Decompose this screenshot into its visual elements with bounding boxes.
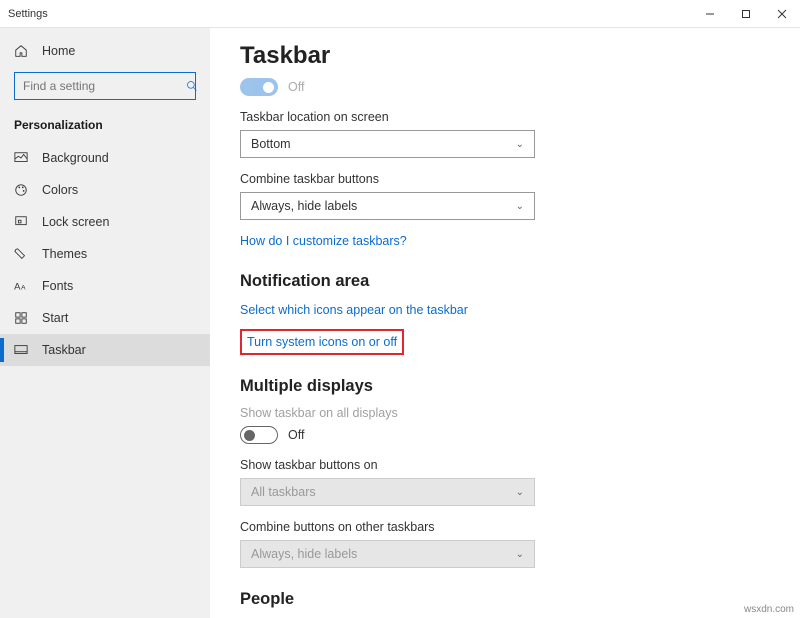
combine-other-value: Always, hide labels bbox=[251, 547, 357, 561]
show-buttons-select: All taskbars ⌄ bbox=[240, 478, 535, 506]
location-select[interactable]: Bottom ⌄ bbox=[240, 130, 535, 158]
home-label: Home bbox=[42, 44, 75, 58]
minimize-button[interactable] bbox=[692, 0, 728, 28]
background-icon bbox=[14, 151, 32, 165]
top-toggle-label: Off bbox=[288, 80, 304, 94]
nav-label: Taskbar bbox=[42, 343, 86, 357]
fonts-icon: AA bbox=[14, 280, 32, 292]
show-all-displays-state: Off bbox=[288, 428, 304, 442]
show-buttons-value: All taskbars bbox=[251, 485, 316, 499]
select-icons-link[interactable]: Select which icons appear on the taskbar bbox=[240, 303, 468, 317]
nav-lockscreen[interactable]: Lock screen bbox=[0, 206, 210, 238]
watermark: wsxdn.com bbox=[744, 604, 794, 615]
nav-fonts[interactable]: AA Fonts bbox=[0, 270, 210, 302]
sidebar: Home Personalization Background Colors L… bbox=[0, 28, 210, 618]
section-title: Personalization bbox=[0, 112, 210, 142]
start-icon bbox=[14, 311, 32, 325]
themes-icon bbox=[14, 247, 32, 261]
nav-themes[interactable]: Themes bbox=[0, 238, 210, 270]
nav-label: Background bbox=[42, 151, 109, 165]
nav-label: Colors bbox=[42, 183, 78, 197]
search-box[interactable] bbox=[14, 72, 196, 100]
titlebar: Settings bbox=[0, 0, 800, 28]
combine-label: Combine taskbar buttons bbox=[240, 172, 770, 186]
close-button[interactable] bbox=[764, 0, 800, 28]
multiple-displays-heading: Multiple displays bbox=[240, 377, 770, 396]
show-all-displays-label: Show taskbar on all displays bbox=[240, 406, 770, 420]
notification-heading: Notification area bbox=[240, 272, 770, 291]
chevron-down-icon: ⌄ bbox=[516, 201, 524, 212]
location-label: Taskbar location on screen bbox=[240, 110, 770, 124]
maximize-button[interactable] bbox=[728, 0, 764, 28]
search-icon bbox=[186, 80, 198, 92]
combine-value: Always, hide labels bbox=[251, 199, 357, 213]
show-buttons-label: Show taskbar buttons on bbox=[240, 458, 770, 472]
combine-other-select: Always, hide labels ⌄ bbox=[240, 540, 535, 568]
window-controls bbox=[692, 0, 800, 28]
content-pane: Taskbar Off Taskbar location on screen B… bbox=[210, 28, 800, 618]
location-value: Bottom bbox=[251, 137, 291, 151]
people-heading: People bbox=[240, 590, 770, 609]
combine-select[interactable]: Always, hide labels ⌄ bbox=[240, 192, 535, 220]
lockscreen-icon bbox=[14, 215, 32, 229]
svg-text:A: A bbox=[14, 280, 21, 291]
nav-label: Start bbox=[42, 311, 68, 325]
show-all-displays-toggle[interactable] bbox=[240, 426, 278, 444]
window-title: Settings bbox=[8, 8, 48, 20]
search-input[interactable] bbox=[15, 73, 186, 99]
nav-label: Themes bbox=[42, 247, 87, 261]
help-link[interactable]: How do I customize taskbars? bbox=[240, 234, 407, 248]
nav-colors[interactable]: Colors bbox=[0, 174, 210, 206]
home-icon bbox=[14, 44, 32, 58]
nav-label: Fonts bbox=[42, 279, 73, 293]
colors-icon bbox=[14, 183, 32, 197]
top-partial-toggle[interactable] bbox=[240, 78, 278, 96]
nav-taskbar[interactable]: Taskbar bbox=[0, 334, 210, 366]
nav-start[interactable]: Start bbox=[0, 302, 210, 334]
chevron-down-icon: ⌄ bbox=[516, 549, 524, 560]
page-title: Taskbar bbox=[240, 42, 770, 70]
combine-other-label: Combine buttons on other taskbars bbox=[240, 520, 770, 534]
system-icons-link[interactable]: Turn system icons on or off bbox=[247, 335, 397, 349]
taskbar-icon bbox=[14, 343, 32, 357]
nav-label: Lock screen bbox=[42, 215, 109, 229]
chevron-down-icon: ⌄ bbox=[516, 487, 524, 498]
home-nav[interactable]: Home bbox=[0, 38, 210, 64]
chevron-down-icon: ⌄ bbox=[516, 139, 524, 150]
nav-background[interactable]: Background bbox=[0, 142, 210, 174]
svg-text:A: A bbox=[21, 284, 26, 291]
